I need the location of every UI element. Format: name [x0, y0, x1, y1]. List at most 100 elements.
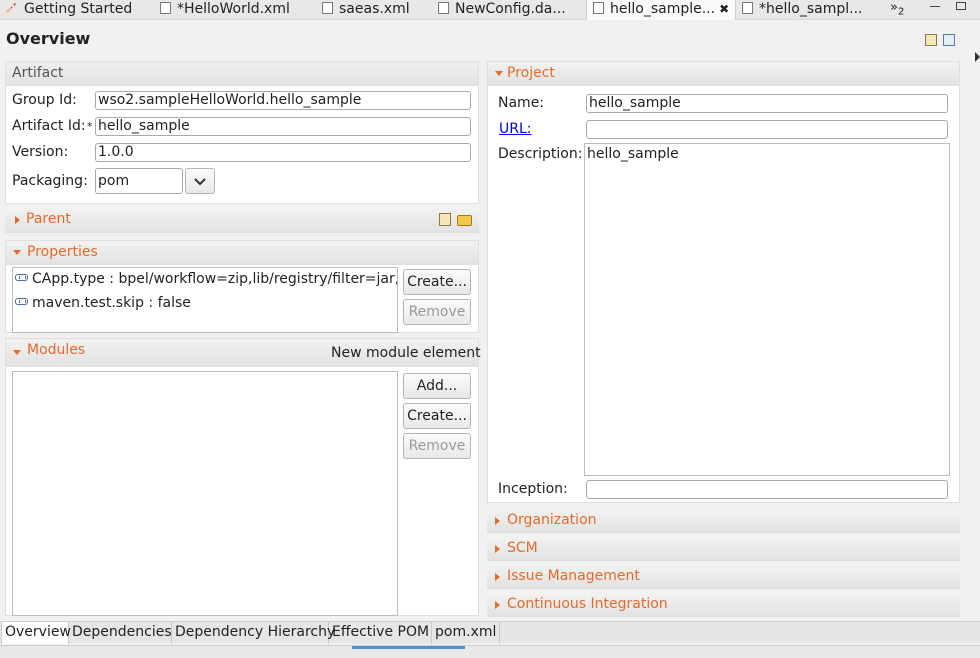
expand-arrow-icon[interactable] [495, 601, 500, 609]
url-field[interactable] [586, 120, 948, 139]
continuous-integration-title[interactable]: Continuous Integration [507, 596, 668, 612]
close-icon[interactable]: ✖ [719, 2, 729, 16]
refresh-icon[interactable] [943, 34, 955, 46]
collapse-arrow-icon[interactable] [495, 71, 503, 76]
tab-overview[interactable]: Overview [1, 622, 71, 644]
tab-hello-sample-2[interactable]: *hello_sampl... [742, 0, 872, 20]
version-label: Version: [12, 144, 69, 160]
project-header[interactable]: Project [488, 62, 959, 86]
expand-arrow-icon[interactable] [495, 573, 500, 581]
lower-panel-strip [0, 645, 980, 658]
page-title: Overview [6, 29, 91, 48]
collapse-arrow-icon[interactable] [13, 250, 21, 255]
issue-management-section: Issue Management [487, 565, 960, 589]
list-item[interactable]: maven.test.skip : false [15, 295, 397, 311]
pom-header-icon[interactable] [925, 34, 937, 46]
tab-label: saeas.xml [339, 1, 410, 17]
active-view-indicator [352, 646, 465, 649]
open-folder-icon[interactable] [457, 215, 472, 226]
project-section: Project Name: hello_sample URL: Descript… [487, 61, 960, 503]
properties-list[interactable]: CApp.type : bpel/workflow=zip,lib/regist… [12, 267, 398, 333]
select-parent-icon[interactable] [439, 213, 451, 226]
name-field[interactable]: hello_sample [586, 94, 948, 113]
tab-label: *hello_sampl... [759, 1, 863, 17]
name-label: Name: [498, 95, 545, 111]
add-module-button[interactable]: Add... [403, 373, 471, 399]
new-module-element-label: New module element [331, 345, 481, 361]
property-icon [15, 298, 28, 305]
collapse-arrow-icon[interactable] [13, 350, 21, 355]
property-icon [15, 274, 28, 281]
inception-field[interactable] [586, 480, 948, 499]
organization-title[interactable]: Organization [507, 512, 597, 528]
artifact-id-field[interactable]: hello_sample [95, 117, 471, 136]
properties-title[interactable]: Properties [27, 244, 98, 260]
description-label: Description: [498, 146, 583, 162]
continuous-integration-header[interactable]: Continuous Integration [487, 593, 960, 617]
tab-effective-pom[interactable]: Effective POM [329, 622, 432, 644]
tab-label: Getting Started [24, 1, 133, 17]
editor-tab-bar: Getting Started *HelloWorld.xml saeas.xm… [0, 0, 980, 20]
tab-newconfig[interactable]: NewConfig.da... [438, 0, 578, 20]
modules-list[interactable] [12, 371, 398, 616]
artifact-section: Artifact Group Id: wso2.sampleHelloWorld… [5, 61, 479, 204]
maximize-icon[interactable] [956, 2, 966, 10]
required-mark: * [87, 120, 93, 133]
tab-label: hello_sample... [610, 1, 716, 17]
editor-page-tabs: Overview Dependencies Dependency Hierarc… [0, 621, 980, 644]
scroll-arrow-icon[interactable] [975, 52, 980, 62]
tab-saeas-xml[interactable]: saeas.xml [322, 0, 422, 20]
properties-section: Properties CApp.type : bpel/workflow=zip… [5, 240, 479, 333]
file-icon [438, 2, 449, 14]
overflow-chevron-icon: » [890, 0, 898, 15]
file-icon [742, 2, 753, 14]
modules-header[interactable]: Modules New module element [6, 339, 481, 367]
organization-section: Organization [487, 509, 960, 533]
packaging-combo[interactable]: pom [95, 168, 183, 194]
parent-header[interactable]: Parent [5, 208, 479, 233]
tab-dependencies[interactable]: Dependencies [69, 622, 172, 644]
modules-section: Modules New module element Add... Create… [5, 338, 481, 616]
artifact-title: Artifact [12, 65, 64, 81]
xml-file-icon [322, 2, 333, 14]
create-module-button[interactable]: Create... [403, 403, 471, 429]
scm-header[interactable]: SCM [487, 537, 960, 561]
tab-getting-started[interactable]: Getting Started [4, 0, 154, 20]
artifact-id-label: Artifact Id: [12, 118, 86, 134]
rocket-icon [6, 3, 16, 13]
expand-arrow-icon[interactable] [495, 545, 500, 553]
chevron-down-icon [194, 178, 206, 186]
parent-title[interactable]: Parent [26, 211, 71, 227]
list-item[interactable]: CApp.type : bpel/workflow=zip,lib/regist… [15, 271, 397, 287]
version-field[interactable]: 1.0.0 [95, 143, 471, 162]
tab-helloworld-xml[interactable]: *HelloWorld.xml [160, 0, 310, 20]
packaging-label: Packaging: [12, 173, 88, 189]
tab-label: *HelloWorld.xml [177, 1, 290, 17]
remove-property-button[interactable]: Remove [403, 299, 471, 325]
tab-dependency-hierarchy[interactable]: Dependency Hierarchy [172, 622, 335, 644]
group-id-field[interactable]: wso2.sampleHelloWorld.hello_sample [95, 91, 471, 110]
issue-management-header[interactable]: Issue Management [487, 565, 960, 589]
description-textarea[interactable]: hello_sample [584, 143, 950, 476]
scm-title[interactable]: SCM [507, 540, 538, 556]
create-property-button[interactable]: Create... [403, 269, 471, 295]
minimize-icon[interactable] [930, 6, 940, 8]
expand-arrow-icon[interactable] [495, 517, 500, 525]
expand-arrow-icon[interactable] [15, 216, 20, 224]
tab-hello-sample-pom[interactable]: hello_sample... ✖ [586, 0, 736, 20]
continuous-integration-section: Continuous Integration [487, 593, 960, 617]
xml-file-icon [160, 2, 171, 14]
remove-module-button[interactable]: Remove [403, 433, 471, 459]
overflow-count: 2 [897, 6, 905, 18]
properties-header[interactable]: Properties [6, 241, 478, 265]
tab-pom-xml[interactable]: pom.xml [432, 622, 500, 644]
inception-label: Inception: [498, 481, 568, 497]
tab-overflow-button[interactable]: »2 [890, 0, 904, 18]
issue-management-title[interactable]: Issue Management [507, 568, 640, 584]
project-title[interactable]: Project [507, 65, 555, 81]
modules-title[interactable]: Modules [27, 342, 85, 358]
parent-section: Parent [5, 208, 479, 233]
organization-header[interactable]: Organization [487, 509, 960, 533]
packaging-dropdown-button[interactable] [185, 168, 215, 194]
url-link[interactable]: URL: [499, 121, 532, 137]
